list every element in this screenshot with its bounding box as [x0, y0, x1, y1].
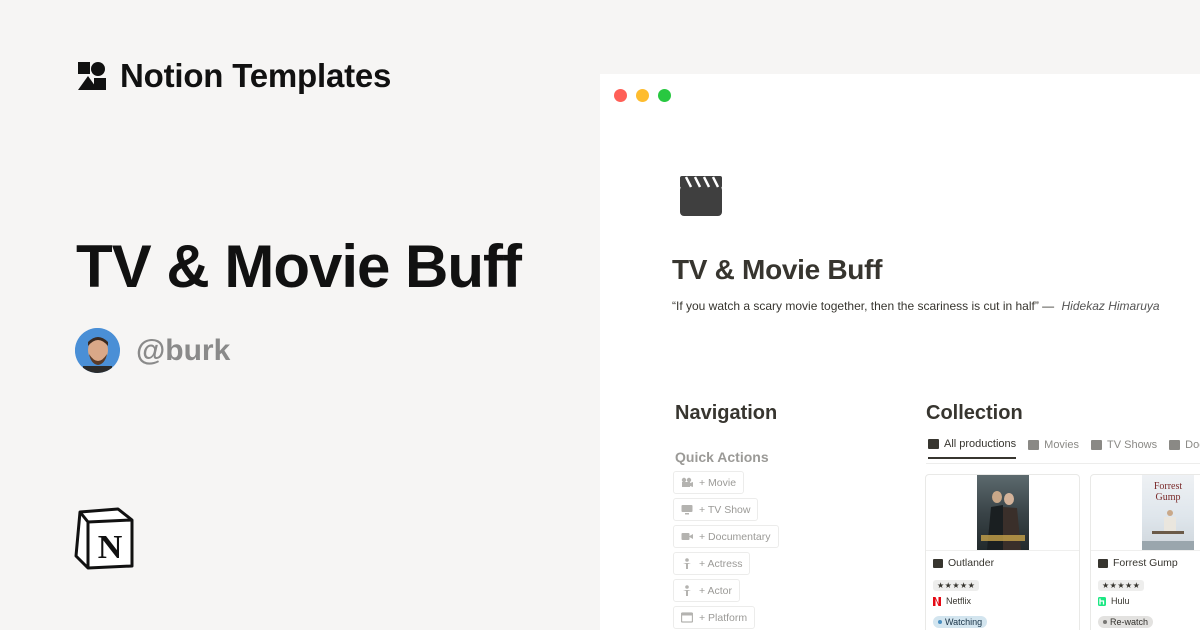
netflix-logo-icon — [933, 596, 941, 606]
add-actress-button[interactable]: + Actress — [673, 552, 751, 575]
svg-text:N: N — [98, 529, 123, 566]
add-platform-button[interactable]: + Platform — [673, 606, 756, 629]
person-icon — [681, 585, 693, 596]
screen-icon — [680, 612, 694, 623]
brand-header: Notion Templates — [76, 57, 391, 95]
movie-camera-icon — [681, 477, 693, 488]
add-tv-show-label: + TV Show — [699, 503, 751, 516]
tab-movies[interactable]: Movies — [1028, 438, 1079, 459]
add-movie-label: + Movie — [699, 476, 737, 489]
quick-actions-list: + Movie + TV Show + Documentary + Actres… — [673, 471, 779, 629]
card-cover — [926, 475, 1079, 551]
rating-chip: ★★★★★ — [933, 580, 980, 591]
minimize-window-icon[interactable] — [636, 89, 649, 102]
status-dot — [938, 620, 942, 624]
tab-tv-shows[interactable]: TV Shows — [1091, 438, 1157, 459]
platform: Netflix — [933, 596, 1072, 606]
tab-label: Movies — [1044, 439, 1079, 451]
poster-image — [976, 475, 1029, 550]
hulu-logo-icon — [1098, 596, 1106, 606]
tv-icon — [1091, 440, 1102, 450]
rating-chip: ★★★★★ — [1098, 580, 1145, 591]
person-icon — [681, 558, 693, 569]
tab-label: TV Shows — [1107, 439, 1158, 451]
brand-title: Notion Templates — [120, 57, 392, 94]
card-title-text: Forrest Gump — [1113, 557, 1178, 569]
add-actor-label: + Actor — [699, 584, 732, 597]
tv-icon — [1169, 440, 1181, 450]
add-movie-button[interactable]: + Movie — [673, 471, 745, 494]
add-documentary-button[interactable]: + Documentary — [673, 525, 779, 548]
avatar — [75, 328, 120, 373]
status-dot — [1103, 620, 1107, 624]
card-cover: Forrest Gump — [1091, 475, 1200, 551]
svg-text:Gump: Gump — [1155, 492, 1180, 503]
movie-camera-icon — [1098, 558, 1108, 568]
maximize-window-icon[interactable] — [658, 89, 671, 102]
movie-camera-icon — [1028, 440, 1040, 450]
page-title: TV & Movie Buff — [672, 254, 883, 285]
quote-author: Hidekaz Himaruya — [1061, 299, 1160, 313]
svg-text:Forrest: Forrest — [1153, 481, 1182, 492]
gallery-card[interactable]: Forrest Gump Forrest Gump ★★★★★ Hulu Re-… — [1090, 474, 1200, 630]
quick-actions-heading: Quick Actions — [675, 449, 769, 465]
hero-title: TV & Movie Buff — [76, 233, 522, 300]
tab-documentaries[interactable]: Doc — [1169, 438, 1200, 459]
card-title: Forrest Gump — [1098, 557, 1200, 569]
video-camera-icon — [681, 531, 693, 542]
card-title-text: Outlander — [948, 557, 995, 569]
status-badge: Re-watch — [1098, 616, 1154, 628]
add-actress-label: + Actress — [699, 557, 743, 570]
poster-image: Forrest Gump — [1141, 475, 1194, 550]
card-body: Outlander ★★★★★ Netflix Watching — [926, 551, 1079, 630]
add-platform-label: + Platform — [699, 611, 748, 624]
window-controls — [614, 89, 671, 102]
quote-text: “If you watch a scary movie together, th… — [672, 299, 1055, 313]
gallery-card[interactable]: Outlander ★★★★★ Netflix Watching — [925, 474, 1080, 630]
tab-all-productions[interactable]: All productions — [928, 438, 1017, 459]
tv-icon — [933, 558, 943, 568]
navigation-heading: Navigation — [675, 402, 778, 424]
app-window: TV & Movie Buff “If you watch a scary mo… — [600, 74, 1200, 630]
platform-name: Hulu — [1111, 596, 1130, 606]
clapperboard-icon[interactable] — [678, 174, 724, 218]
card-body: Forrest Gump ★★★★★ Hulu Re-watch — [1091, 551, 1200, 630]
tab-label: Doc — [1185, 439, 1200, 451]
platform-name: Netflix — [946, 596, 972, 606]
close-window-icon[interactable] — [614, 89, 627, 102]
tab-label: All productions — [944, 438, 1017, 450]
notion-logo-icon: N — [74, 506, 136, 570]
card-title: Outlander — [933, 557, 1072, 569]
status-text: Watching — [945, 617, 983, 627]
add-actor-button[interactable]: + Actor — [673, 579, 740, 602]
status-text: Re-watch — [1110, 617, 1149, 627]
add-documentary-label: + Documentary — [699, 530, 771, 543]
shapes-logo-icon — [76, 60, 108, 92]
page-quote: “If you watch a scary movie together, th… — [672, 299, 1160, 313]
status-badge: Watching — [933, 616, 988, 628]
tv-icon — [681, 504, 693, 515]
author-handle[interactable]: @burk — [136, 334, 230, 368]
author-byline[interactable]: @burk — [75, 328, 230, 373]
platform: Hulu — [1098, 596, 1200, 606]
tabs-divider — [926, 463, 1200, 464]
collection-tabs: All productions Movies TV Shows Doc — [928, 438, 1200, 459]
add-tv-show-button[interactable]: + TV Show — [673, 498, 759, 521]
clapperboard-icon — [928, 439, 939, 449]
collection-heading: Collection — [926, 402, 1023, 424]
